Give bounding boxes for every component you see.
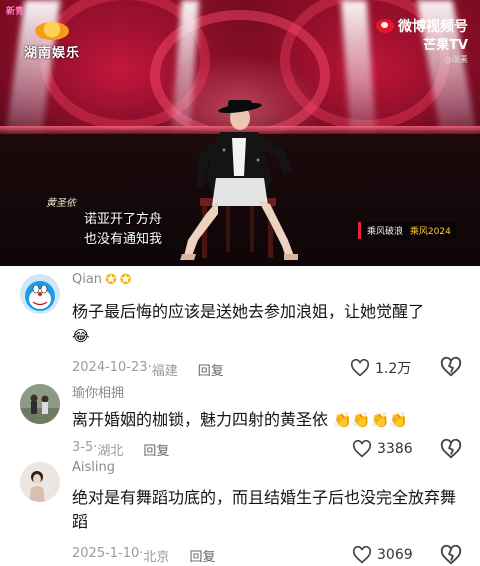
heart-icon xyxy=(352,440,372,458)
performer-name-caption: 黄圣依 xyxy=(46,198,76,209)
channel-logo-text: 湖南娱乐 xyxy=(24,46,81,61)
watermark-platform: 微博视频号 xyxy=(398,19,468,35)
laughing-emoji-icon: 😂 xyxy=(72,327,90,345)
comment-text: 杨子最后悔的应该是送她去参加浪姐，让她觉醒了 xyxy=(72,302,425,321)
watermark-line: 微博视频号 xyxy=(376,16,468,36)
comment-date: 3-5 xyxy=(72,440,94,455)
comment-location: 湖北 xyxy=(97,444,124,459)
comment-item: 瑜你相拥 离开婚姻的枷锁，魅力四射的黄圣依 👏👏👏👏 3-5 · 湖北 回复 3… xyxy=(0,378,480,464)
mango-logo-icon xyxy=(35,22,69,40)
show-tag-sub: 乘风2024 xyxy=(409,227,451,237)
avatar-photo xyxy=(20,462,60,502)
comment-text-block: 杨子最后悔的应该是送她去参加浪姐，让她觉醒了 😂 xyxy=(72,300,464,348)
video-frame[interactable]: 新青 湖南娱乐 微博视频号 芒果TV @瑞素 黄圣依 诺亚开了方舟 也没有通知我… xyxy=(0,0,480,266)
comment-username[interactable]: 瑜你相拥 xyxy=(72,382,124,401)
comment-username-row: Aisling xyxy=(72,460,115,475)
watermark-channel-line: 芒果TV xyxy=(376,34,468,53)
heart-icon xyxy=(350,359,370,377)
comment-username[interactable]: Qian xyxy=(72,272,102,287)
reply-button[interactable]: 回复 xyxy=(198,360,224,379)
watermark-handle: @瑞素 xyxy=(444,55,468,64)
corner-tag: 新青 xyxy=(6,7,25,17)
comment-meta: 2025-1-10 · 北京 回复 xyxy=(72,546,215,565)
doraemon-avatar-icon[interactable] xyxy=(20,274,60,314)
comment-text: 绝对是有舞蹈功底的，而且结婚生子后也没完全放弃舞蹈 xyxy=(72,488,457,531)
comment-location: 北京 xyxy=(143,550,170,565)
comment-date: 2024-10-23 xyxy=(72,360,148,375)
photo-avatar-icon[interactable] xyxy=(20,462,60,502)
show-tag: 乘风破浪 乘风2024 xyxy=(358,222,457,239)
comment-text: 离开婚姻的枷锁，魅力四射的黄圣依 xyxy=(72,410,329,429)
doraemon-avatar-image xyxy=(25,281,55,311)
like-count: 1.2万 xyxy=(375,361,412,377)
crown-icon: ✪ xyxy=(105,271,117,288)
comment-username-row: 瑜你相拥 xyxy=(72,382,124,401)
like-button[interactable]: 3069 xyxy=(352,546,413,564)
comment-text-block: 离开婚姻的枷锁，魅力四射的黄圣依 👏👏👏👏 xyxy=(72,408,464,432)
subtitle-line-1: 诺亚开了方舟 xyxy=(84,212,163,227)
watermark-channel: 芒果TV xyxy=(423,38,468,53)
broken-heart-icon[interactable] xyxy=(440,438,462,460)
like-button[interactable]: 1.2万 xyxy=(350,358,411,378)
watermark: 微博视频号 芒果TV @瑞素 xyxy=(376,16,468,65)
like-count: 3386 xyxy=(377,441,413,457)
comment-item: Qian ✪ ✪ 杨子最后悔的应该是送她去参加浪姐，让她觉醒了 😂 2024-1… xyxy=(0,266,480,379)
like-button[interactable]: 3386 xyxy=(352,440,413,458)
comment-location: 福建 xyxy=(151,364,178,379)
broken-heart-icon[interactable] xyxy=(440,356,462,378)
channel-logo: 湖南娱乐 xyxy=(24,22,80,61)
comment-item: Aisling 绝对是有舞蹈功底的，而且结婚生子后也没完全放弃舞蹈 2025-1… xyxy=(0,458,480,566)
reply-button[interactable]: 回复 xyxy=(189,546,215,565)
subtitle-line-2: 也没有通知我 xyxy=(84,232,163,247)
comment-username[interactable]: Aisling xyxy=(72,460,115,475)
comment-date: 2025-1-10 xyxy=(72,546,140,561)
like-count: 3069 xyxy=(377,547,413,563)
weibo-icon xyxy=(376,19,394,33)
avatar-photo xyxy=(20,384,60,424)
heart-icon xyxy=(352,546,372,564)
photo-avatar-icon[interactable] xyxy=(20,384,60,424)
broken-heart-icon[interactable] xyxy=(440,544,462,566)
reply-button[interactable]: 回复 xyxy=(143,440,169,459)
comment-meta: 2024-10-23 · 福建 回复 xyxy=(72,360,224,379)
show-tag-title: 乘风破浪 xyxy=(367,227,404,237)
clapping-emoji-icon: 👏👏👏👏 xyxy=(333,411,408,429)
comment-username-row: Qian ✪ ✪ xyxy=(72,272,132,287)
comment-meta: 3-5 · 湖北 回复 xyxy=(72,440,169,459)
crown-icon: ✪ xyxy=(119,271,132,288)
